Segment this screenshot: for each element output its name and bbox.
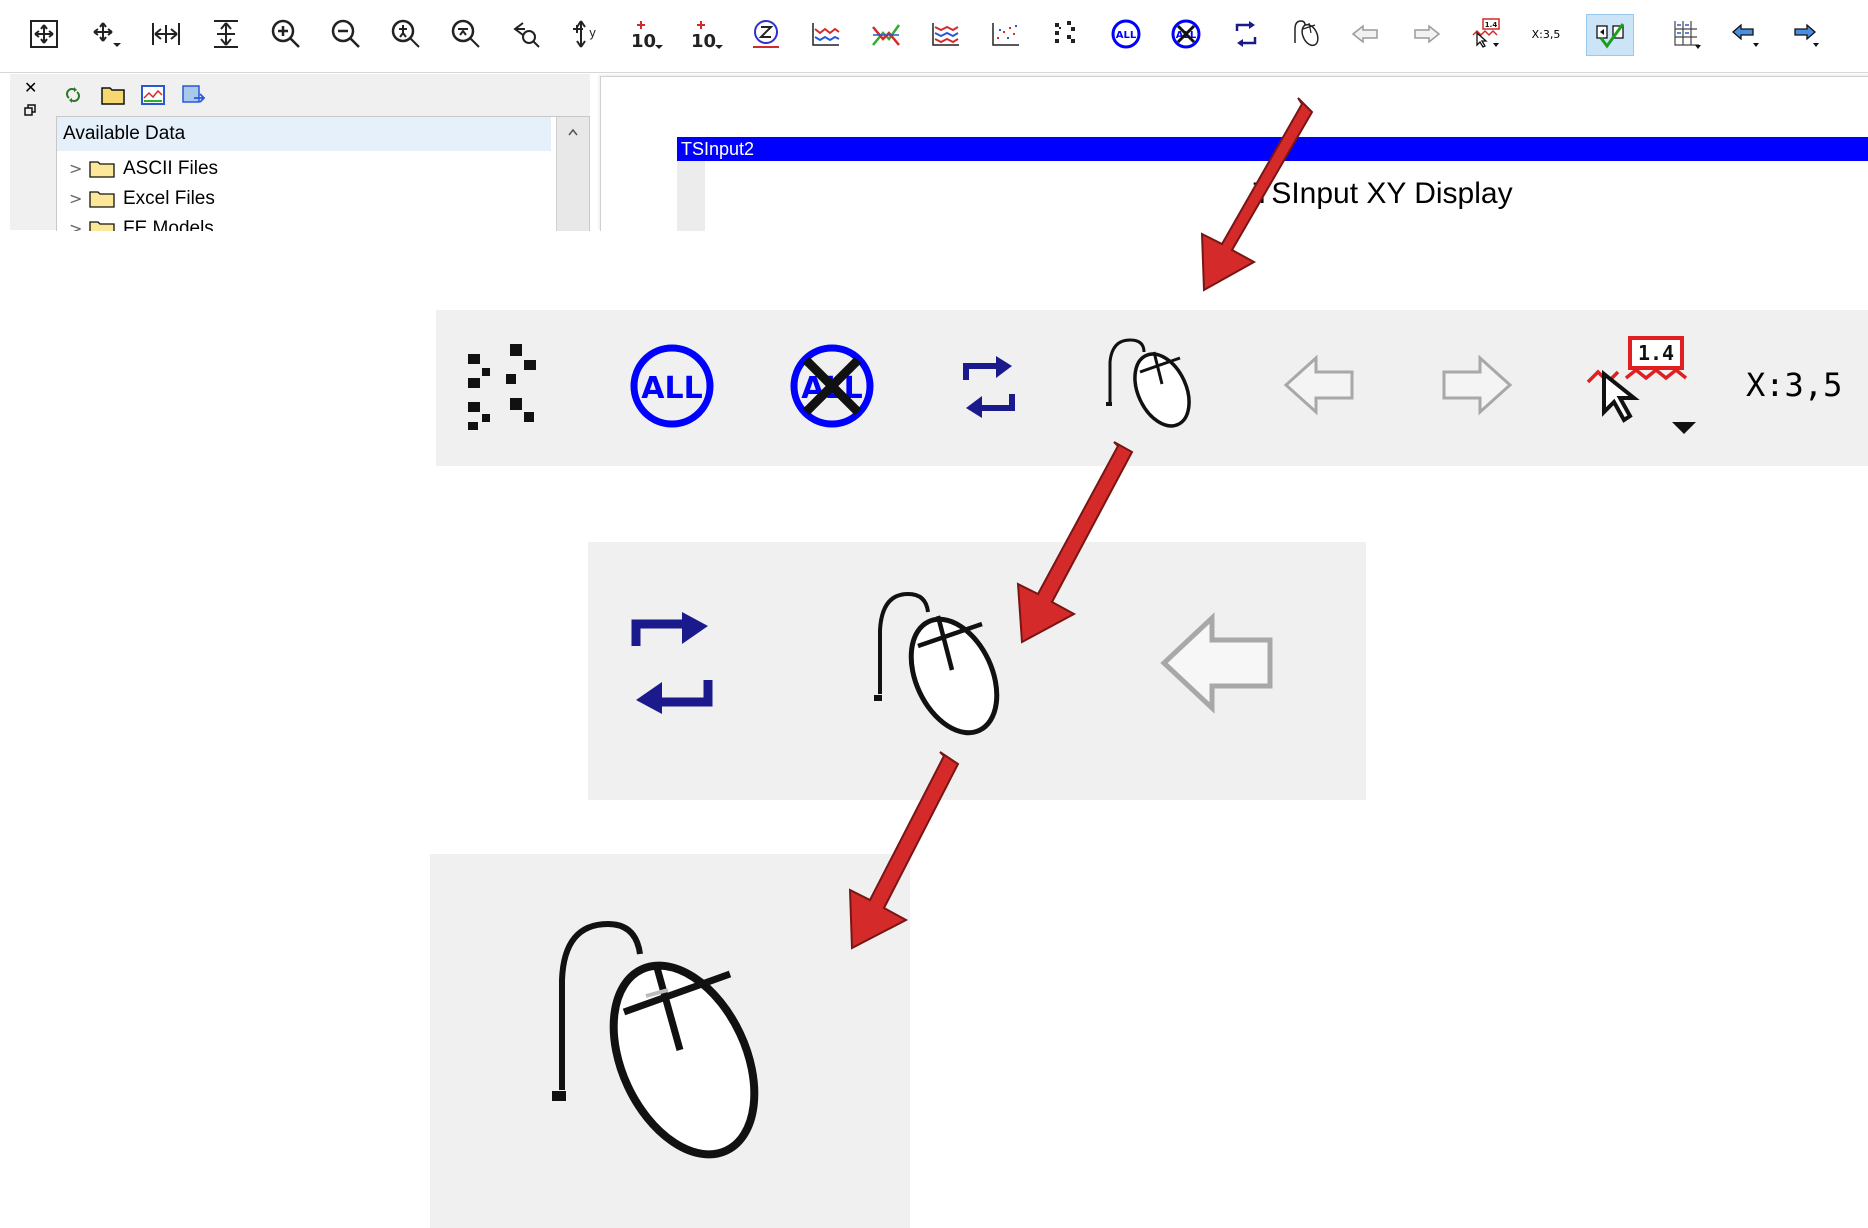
- data-panel: Available Data > ASCII Files > Excel Fil…: [48, 74, 590, 231]
- zoom-panel-toolbar: ALL ALL 1.4 X:3,5: [436, 310, 1868, 466]
- workspace: TSInput2 TSInput XY Display: [598, 74, 1868, 231]
- back-arrow-icon[interactable]: [1346, 14, 1386, 54]
- value-tooltip-icon[interactable]: 1.4: [1466, 14, 1506, 54]
- log-y-icon[interactable]: 10: [686, 14, 726, 54]
- zoom-out-icon[interactable]: [326, 14, 366, 54]
- folder-icon: [89, 161, 115, 178]
- restore-panel-icon[interactable]: [24, 104, 36, 116]
- zoom-out-y-icon[interactable]: [446, 14, 486, 54]
- scatter-chart-icon[interactable]: [986, 14, 1026, 54]
- pan-all-icon[interactable]: [24, 14, 64, 54]
- panel-controls: ✕: [10, 74, 49, 230]
- points-icon: [468, 344, 536, 430]
- log-x-icon[interactable]: 10: [626, 14, 666, 54]
- chart-view-icon[interactable]: [140, 82, 166, 108]
- tree-item-ascii-files[interactable]: > ASCII Files: [69, 155, 218, 183]
- svg-text:ALL: ALL: [1116, 30, 1137, 41]
- deselect-all-icon[interactable]: ALL: [1166, 14, 1206, 54]
- deselect-all-icon: ALL: [790, 344, 874, 428]
- table-icon[interactable]: [1666, 14, 1706, 54]
- refresh-icon[interactable]: [1226, 14, 1266, 54]
- forward-arrow-icon[interactable]: [1406, 14, 1446, 54]
- display-title: TSInput XY Display: [1253, 177, 1513, 210]
- workspace-canvas: TSInput2 TSInput XY Display: [600, 76, 1868, 231]
- svg-text:10: 10: [631, 31, 656, 51]
- window-title-bar[interactable]: TSInput2: [677, 137, 1868, 161]
- zoom-back-icon[interactable]: [506, 14, 546, 54]
- forward-arrow-icon: [1442, 354, 1513, 416]
- svg-text:1.4: 1.4: [1638, 341, 1674, 365]
- tree-scrollbar[interactable]: [556, 117, 589, 231]
- points-icon[interactable]: [1046, 14, 1086, 54]
- main-toolbar: y 10 10 ALL ALL 1.4 X:3,5: [0, 0, 1868, 73]
- line-chart-icon[interactable]: [806, 14, 846, 54]
- ts-window: TSInput2 TSInput XY Display: [677, 137, 1868, 231]
- tree-item-label: FE Models: [123, 218, 214, 231]
- multi-line-chart-icon[interactable]: [866, 14, 906, 54]
- folder-icon: [89, 191, 115, 208]
- svg-text:y: y: [589, 26, 596, 40]
- data-tree: Available Data > ASCII Files > Excel Fil…: [56, 116, 590, 231]
- tree-item-excel-files[interactable]: > Excel Files: [69, 185, 215, 213]
- folder-icon: [89, 221, 115, 231]
- forward-blue-arrow-icon[interactable]: [1786, 14, 1826, 54]
- tree-header: Available Data: [57, 117, 551, 151]
- import-data-icon[interactable]: [180, 82, 206, 108]
- zoom-panel-mouse-icon: [430, 854, 910, 1228]
- refresh-data-icon[interactable]: [60, 82, 86, 108]
- back-arrow-icon: [1283, 354, 1354, 416]
- scroll-up-icon[interactable]: [567, 127, 579, 139]
- mouse-icon: [1106, 338, 1191, 428]
- zoom-panel-mouse-context: [588, 542, 1366, 800]
- svg-text:ALL: ALL: [641, 371, 702, 406]
- select-all-icon: ALL: [630, 344, 714, 428]
- zoom-y-extent-icon[interactable]: [206, 14, 246, 54]
- zoom-x-extent-icon[interactable]: [146, 14, 186, 54]
- pan-icon[interactable]: [86, 14, 126, 54]
- y-axis-icon[interactable]: y: [566, 14, 606, 54]
- mouse-icon[interactable]: [1286, 14, 1326, 54]
- open-folder-icon[interactable]: [100, 82, 126, 108]
- select-all-icon[interactable]: ALL: [1106, 14, 1146, 54]
- refresh-icon: [963, 356, 1015, 418]
- tree-item-label: Excel Files: [123, 188, 215, 209]
- chevron-right-icon[interactable]: >: [69, 215, 89, 231]
- stacked-line-chart-icon[interactable]: [926, 14, 966, 54]
- window-content: TSInput XY Display: [705, 161, 1868, 231]
- mouse-icon: [552, 920, 759, 1159]
- coordinates-icon[interactable]: X:3,5: [1526, 14, 1566, 54]
- zoom-in-icon[interactable]: [266, 14, 306, 54]
- refresh-icon: [631, 612, 713, 714]
- value-tooltip-icon: 1.4: [1586, 336, 1696, 434]
- svg-text:10: 10: [691, 31, 716, 51]
- back-arrow-icon: [1160, 612, 1273, 714]
- back-blue-arrow-icon[interactable]: [1726, 14, 1766, 54]
- zoom-in-y-icon[interactable]: [386, 14, 426, 54]
- tree-item-label: ASCII Files: [123, 158, 219, 179]
- close-panel-icon[interactable]: ✕: [24, 78, 37, 97]
- coordinates-label: X:3,5: [1531, 27, 1561, 41]
- zoom-z-icon[interactable]: [746, 14, 786, 54]
- toggle-check-icon[interactable]: [1586, 14, 1634, 56]
- svg-text:1.4: 1.4: [1485, 21, 1498, 29]
- chevron-right-icon[interactable]: >: [69, 155, 89, 183]
- coordinates-label: X:3,5: [1746, 366, 1843, 404]
- tree-item-fe-models[interactable]: > FE Models: [69, 215, 214, 231]
- chevron-right-icon[interactable]: >: [69, 185, 89, 213]
- mouse-icon: [874, 591, 1000, 736]
